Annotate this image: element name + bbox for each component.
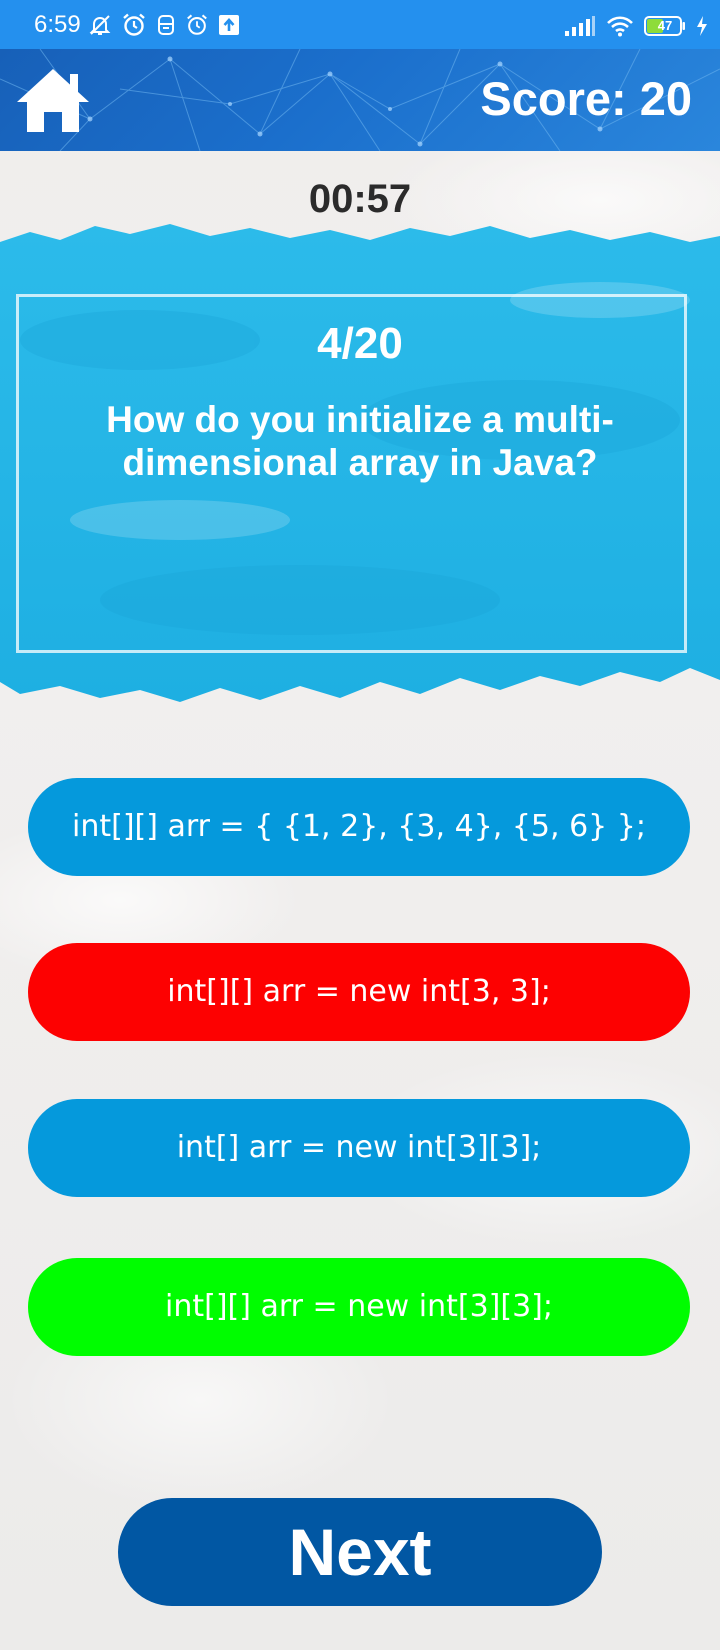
question-counter: 4/20 [317, 319, 403, 368]
question-text: How do you initialize a multi-dimensiona… [106, 399, 614, 483]
alarm-icon [123, 13, 145, 36]
answer-option-1[interactable]: int[][] arr = { {1, 2}, {3, 4}, {5, 6} }… [28, 778, 690, 876]
status-bar: 6:59 47 [0, 0, 720, 49]
score-label: Score: 20 [480, 72, 692, 125]
alarm-icon [187, 14, 207, 35]
wifi-icon [607, 16, 633, 37]
next-button[interactable]: Next [118, 1498, 602, 1606]
answer-option-4[interactable]: int[][] arr = new int[3][3]; [28, 1258, 690, 1356]
answer-option-2[interactable]: int[][] arr = new int[3, 3]; [28, 943, 690, 1041]
battery-icon: 47 [644, 16, 686, 36]
muted-bell-icon [89, 15, 111, 35]
status-icons-right: 47 [564, 12, 708, 40]
home-icon[interactable] [14, 66, 92, 134]
upload-icon [219, 15, 239, 35]
notification-icon [158, 15, 174, 35]
battery-level: 47 [657, 18, 673, 33]
charging-icon [697, 16, 707, 36]
status-icons-left [88, 11, 240, 39]
signal-icon [565, 16, 595, 36]
status-time: 6:59 [34, 11, 81, 38]
header-bar: Score: 20 [0, 49, 720, 151]
countdown-timer: 00:57 [308, 177, 412, 221]
answer-option-3[interactable]: int[] arr = new int[3][3]; [28, 1099, 690, 1197]
